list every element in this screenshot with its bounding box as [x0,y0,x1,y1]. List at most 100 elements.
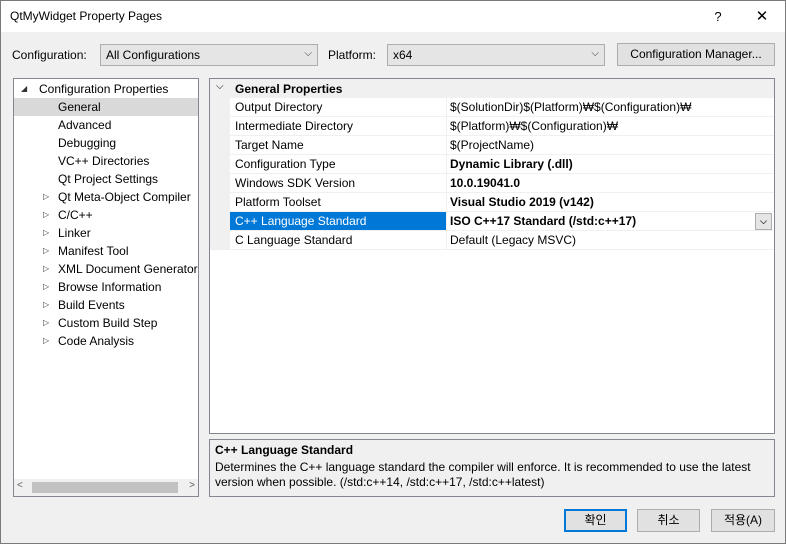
tree-item-label: Linker [58,226,91,240]
property-value-text: 10.0.19041.0 [450,176,521,190]
property-value-text: $(SolutionDir)$(Platform)₩$(Configuratio… [450,100,692,114]
tree-item-label: Configuration Properties [39,82,169,96]
property-name[interactable]: Windows SDK Version [230,174,446,193]
tree-item-manifest-tool[interactable]: ▷ Manifest Tool [14,242,198,260]
expand-triangle-icon[interactable]: ▷ [43,206,53,224]
property-row[interactable]: Target Name $(ProjectName) [210,136,774,155]
scroll-right-icon[interactable]: > [189,480,195,491]
close-button[interactable]: ✕ [739,1,785,32]
row-gutter [210,98,230,117]
tree-item-build-events[interactable]: ▷ Build Events [14,296,198,314]
apply-button[interactable]: 적용(A) [711,509,775,532]
expand-triangle-icon[interactable]: ▷ [43,260,53,278]
property-row[interactable]: Platform Toolset Visual Studio 2019 (v142… [210,193,774,212]
tree-item-xml-document-generator[interactable]: ▷ XML Document Generator [14,260,198,278]
tree-item-advanced[interactable]: Advanced [14,116,198,134]
tree-item-label: Browse Information [58,280,162,294]
tree-item-label: Qt Project Settings [58,172,159,186]
expanded-triangle-icon[interactable]: ◢ [21,80,31,98]
ok-button[interactable]: 확인 [564,509,627,532]
description-body: Determines the C++ language standard the… [215,460,751,489]
window-title: QtMyWidget Property Pages [10,9,163,23]
expand-triangle-icon[interactable]: ▷ [43,242,53,260]
platform-value: x64 [393,48,413,62]
chevron-down-icon: ⌵ [304,48,312,59]
description-title: C++ Language Standard [215,443,354,457]
row-gutter [210,231,230,250]
scrollbar-thumb[interactable] [32,482,178,493]
tree-item-linker[interactable]: ▷ Linker [14,224,198,242]
chevron-down-icon: ⌵ [591,48,599,59]
tree-root-configuration-properties[interactable]: ◢ Configuration Properties [14,80,198,98]
title-bar: QtMyWidget Property Pages ? ✕ [1,1,785,32]
property-row[interactable]: Output Directory $(SolutionDir)$(Platform… [210,98,774,117]
tree-item-qt-project-settings[interactable]: Qt Project Settings [14,170,198,188]
tree-item-label: XML Document Generator [58,262,198,276]
expand-triangle-icon[interactable]: ▷ [43,332,53,350]
property-value-text: $(Platform)₩$(Configuration)₩ [450,119,619,133]
tree-item-qt-meta-object-compiler[interactable]: ▷ Qt Meta-Object Compiler [14,188,198,206]
property-name[interactable]: C++ Language Standard [230,212,446,231]
property-value-text: Dynamic Library (.dll) [450,157,573,171]
tree-item-label: Manifest Tool [58,244,129,258]
tree-item-label: Custom Build Step [58,316,158,330]
tree-item-c-c[interactable]: ▷ C/C++ [14,206,198,224]
configuration-manager-button[interactable]: Configuration Manager... [617,43,775,66]
tree-item-custom-build-step[interactable]: ▷ Custom Build Step [14,314,198,332]
expand-triangle-icon[interactable]: ▷ [43,188,53,206]
property-row[interactable]: C Language Standard Default (Legacy MSVC) [210,231,774,250]
property-pages-window: QtMyWidget Property Pages ? ✕ Configurat… [0,0,786,544]
property-value-text: $(ProjectName) [450,138,535,152]
property-value[interactable]: ISO C++17 Standard (/std:c++17) ⌵ [446,212,774,231]
property-tree: ◢ Configuration Properties General Advanc… [13,78,199,497]
property-value[interactable]: Dynamic Library (.dll) [446,155,774,174]
configuration-combo[interactable]: All Configurations ⌵ [100,44,318,66]
row-gutter [210,174,230,193]
help-button[interactable]: ? [703,1,733,32]
property-row[interactable]: Intermediate Directory $(Platform)₩$(Conf… [210,117,774,136]
cancel-button[interactable]: 취소 [637,509,700,532]
tree-item-label: C/C++ [58,208,93,222]
row-gutter [210,193,230,212]
tree-item-label: General [58,100,101,114]
property-name[interactable]: C Language Standard [230,231,446,250]
property-value[interactable]: $(Platform)₩$(Configuration)₩ [446,117,774,136]
expand-triangle-icon[interactable]: ▷ [43,314,53,332]
collapse-chevron-icon[interactable]: ⌵ [216,81,224,92]
dropdown-button[interactable]: ⌵ [755,213,772,230]
row-gutter [210,136,230,155]
tree-item-code-analysis[interactable]: ▷ Code Analysis [14,332,198,350]
property-row[interactable]: Windows SDK Version 10.0.19041.0 [210,174,774,193]
tree-item-vc-directories[interactable]: VC++ Directories [14,152,198,170]
property-value[interactable]: Visual Studio 2019 (v142) [446,193,774,212]
property-name[interactable]: Output Directory [230,98,446,117]
expand-triangle-icon[interactable]: ▷ [43,296,53,314]
property-name[interactable]: Target Name [230,136,446,155]
property-value[interactable]: Default (Legacy MSVC) [446,231,774,250]
tree-item-browse-information[interactable]: ▷ Browse Information [14,278,198,296]
property-value-text: ISO C++17 Standard (/std:c++17) [450,214,637,228]
scroll-left-icon[interactable]: < [17,480,23,491]
tree-item-label: Debugging [58,136,117,150]
property-name[interactable]: Intermediate Directory [230,117,446,136]
tree-item-general[interactable]: General [14,98,198,116]
property-name[interactable]: Configuration Type [230,155,446,174]
property-value[interactable]: $(ProjectName) [446,136,774,155]
platform-label: Platform: [328,48,377,62]
tree-item-label: Build Events [58,298,125,312]
expand-triangle-icon[interactable]: ▷ [43,224,53,242]
tree-item-debugging[interactable]: Debugging [14,134,198,152]
property-row[interactable]: Configuration Type Dynamic Library (.dll) [210,155,774,174]
property-name[interactable]: Platform Toolset [230,193,446,212]
property-value[interactable]: 10.0.19041.0 [446,174,774,193]
expand-triangle-icon[interactable]: ▷ [43,278,53,296]
property-value-text: Default (Legacy MSVC) [450,233,577,247]
platform-combo[interactable]: x64 ⌵ [387,44,605,66]
tree-item-label: Advanced [58,118,112,132]
category-general-properties[interactable]: ⌵ General Properties [210,79,774,98]
tree-item-label: Code Analysis [58,334,135,348]
property-value[interactable]: $(SolutionDir)$(Platform)₩$(Configuratio… [446,98,774,117]
tree-item-label: VC++ Directories [58,154,150,168]
property-row[interactable]: C++ Language Standard ISO C++17 Standard … [210,212,774,231]
tree-horizontal-scrollbar[interactable]: < > [14,479,198,496]
